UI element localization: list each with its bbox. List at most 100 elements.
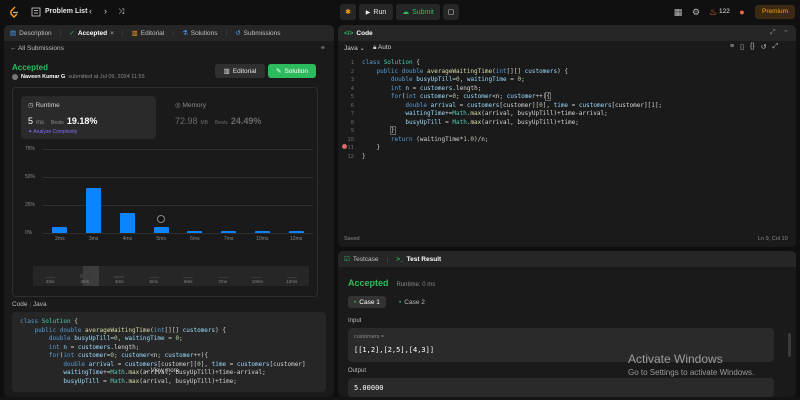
- settings-icon[interactable]: ⚙: [691, 7, 701, 17]
- output-value: 5.00000: [354, 384, 384, 392]
- avatar[interactable]: ●: [737, 7, 747, 17]
- chart-range-overview[interactable]: 2ms 3ms 4ms 5ms 6ms 7ms 10ms 12ms: [33, 266, 309, 286]
- case-1-tab[interactable]: • Case 1: [348, 296, 386, 308]
- editorial-button[interactable]: ▥ Editorial: [215, 64, 265, 78]
- runtime-bar-12ms[interactable]: [288, 230, 304, 233]
- layout-icon[interactable]: ▦: [673, 7, 683, 17]
- runtime-distribution-chart: 75% 50% 25% 0% 2ms 3ms 4ms 5ms 6ms 7ms 10ms 12ms: [13, 143, 319, 253]
- gridline: [43, 205, 313, 206]
- overview-tick-label: 2ms: [45, 279, 55, 284]
- memory-beats: 24.49%: [230, 116, 262, 126]
- submitted-at: submitted at Jul 09, 2024 11:55: [68, 74, 145, 80]
- runtime-bar-5ms[interactable]: [153, 227, 169, 233]
- line-number: 6: [350, 102, 354, 109]
- dot-icon: •: [354, 298, 357, 306]
- tab-label: Testcase: [352, 255, 379, 263]
- runtime-value-row: 5 ms Beats 19.18%: [28, 116, 97, 126]
- runtime-bar-2ms[interactable]: [52, 227, 68, 233]
- tab-accepted[interactable]: ✓ Accepted ×: [69, 29, 114, 38]
- chevron-down-icon: ⌄: [144, 368, 150, 374]
- language-select[interactable]: Java ⌄: [344, 44, 365, 52]
- code-editor[interactable]: class Solution { public double averageWa…: [362, 59, 792, 161]
- runtime-beats-label: Beats: [51, 120, 64, 126]
- close-tab-icon[interactable]: ×: [110, 30, 114, 37]
- reset-icon[interactable]: ↺: [761, 43, 767, 51]
- prev-problem-icon[interactable]: ‹: [89, 6, 92, 16]
- case-2-tab[interactable]: • Case 2: [393, 296, 431, 308]
- runtime-bar-6ms[interactable]: [187, 230, 203, 233]
- editor-actions: ≡ ▯ {} ↺ ⤢: [730, 43, 778, 51]
- input-label: Input: [348, 318, 362, 324]
- fire-streak-icon[interactable]: ♨: [708, 7, 718, 17]
- runtime-bar-3ms[interactable]: [86, 188, 102, 233]
- tab-code[interactable]: </> Code: [344, 30, 373, 37]
- runtime-bar-10ms[interactable]: [254, 230, 270, 233]
- author-name[interactable]: Naveen Kumar G: [21, 74, 65, 80]
- autocomplete-mode[interactable]: 🔒︎ Auto: [373, 44, 391, 52]
- memory-title[interactable]: ◎ Memory: [175, 101, 206, 109]
- x-tick-label: 7ms: [223, 236, 234, 242]
- line-number: 5: [350, 94, 354, 100]
- runtime-value: 5: [28, 116, 34, 126]
- maximize-icon[interactable]: ⤢: [770, 29, 776, 37]
- problem-list-link[interactable]: Problem List: [45, 8, 87, 15]
- back-link[interactable]: ← All Submissions: [10, 45, 64, 52]
- format-icon[interactable]: ≡: [730, 43, 734, 51]
- expand-icon[interactable]: ⤢: [773, 43, 779, 51]
- braces-icon[interactable]: {}: [750, 43, 755, 51]
- memory-unit: MB: [200, 120, 209, 126]
- tab-test-result[interactable]: >_ Test Result: [396, 256, 441, 263]
- result-scrollbar[interactable]: [788, 333, 791, 357]
- your-submission-marker[interactable]: [157, 215, 166, 224]
- left-panel: ▤ Description | ✓ Accepted × | ▥ Editori…: [4, 25, 334, 397]
- variable-value: [[1,2],[2,5],[4,3]]: [354, 346, 435, 354]
- line-number: 4: [350, 85, 354, 92]
- tab-editorial[interactable]: ▥ Editorial: [132, 29, 165, 38]
- collapse-icon[interactable]: ⌃: [783, 29, 789, 37]
- memory-title-text: Memory: [182, 102, 206, 109]
- bookmark-icon[interactable]: ▯: [740, 43, 744, 51]
- next-problem-icon[interactable]: ›: [104, 6, 107, 16]
- tab-testcase[interactable]: ☑ Testcase: [344, 255, 379, 264]
- tab-description[interactable]: ▤ Description: [10, 29, 52, 38]
- memory-value: 72.98: [175, 116, 198, 126]
- solution-button[interactable]: ✎ Solution: [268, 64, 316, 78]
- result-runtime: Runtime: 0 ms: [396, 282, 436, 288]
- shuffle-icon[interactable]: ⤨: [118, 7, 124, 17]
- output-box: 5.00000: [348, 378, 774, 397]
- solution-label: Solution: [284, 67, 308, 75]
- notes-icon[interactable]: ▢: [443, 4, 459, 20]
- gridline: [43, 149, 313, 150]
- author-line: Naveen Kumar G submitted at Jul 09, 2024…: [12, 74, 145, 80]
- debug-icon[interactable]: ✱: [340, 4, 356, 20]
- breakpoint-marker[interactable]: [342, 144, 347, 149]
- analyze-complexity-link[interactable]: ✦ Analyze Complexity: [28, 129, 77, 135]
- submit-label: Submit: [412, 8, 434, 16]
- problem-list-icon[interactable]: [31, 7, 41, 17]
- submitted-code-block: class Solution { public double averageWa…: [12, 312, 326, 392]
- line-number: 7: [350, 111, 354, 117]
- flask-icon: ⚗: [181, 30, 188, 37]
- y-tick-label: 0%: [25, 230, 33, 236]
- runtime-beats: 19.18%: [66, 116, 98, 126]
- overview-bar: [252, 277, 263, 278]
- y-tick-label: 25%: [25, 202, 36, 208]
- tab-solutions[interactable]: ⚗ Solutions: [181, 29, 218, 38]
- play-icon: ▶: [365, 9, 371, 16]
- leetcode-logo-icon[interactable]: [8, 6, 20, 18]
- premium-button[interactable]: Premium: [755, 5, 795, 19]
- tab-label: Solutions: [190, 29, 218, 37]
- description-icon: ▤: [10, 30, 17, 37]
- tab-label: Test Result: [406, 255, 442, 263]
- y-tick-label: 75%: [25, 146, 36, 152]
- view-more-button[interactable]: ⌄ View more: [144, 367, 179, 374]
- testcase-tabs: ☑ Testcase | >_ Test Result: [338, 251, 796, 267]
- runtime-bar-4ms[interactable]: [119, 212, 135, 233]
- x-tick-label: 2ms: [55, 236, 65, 242]
- runtime-box[interactable]: ◷ Runtime 5 ms Beats 19.18% ✦ Analyze Co…: [21, 96, 156, 139]
- submit-button[interactable]: ☁ Submit: [396, 4, 440, 20]
- tab-submissions[interactable]: ↺ Submissions: [235, 29, 280, 38]
- run-button[interactable]: ▶ Run: [359, 4, 393, 20]
- share-link-icon[interactable]: ⚭: [320, 44, 326, 52]
- runtime-bar-7ms[interactable]: [221, 230, 237, 233]
